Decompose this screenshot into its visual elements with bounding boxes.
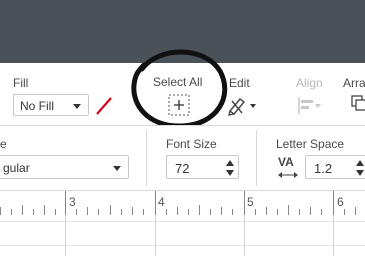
section-divider — [256, 130, 257, 186]
fill-dropdown-value: No Fill — [20, 99, 55, 113]
stepper-arrows-icon[interactable] — [356, 160, 364, 176]
letter-space-value: 1.2 — [314, 161, 333, 176]
ruler-ticks — [0, 191, 356, 215]
double-arrow-icon — [278, 172, 298, 178]
stepper-arrows-icon[interactable] — [226, 160, 234, 176]
letter-space-label: Letter Space — [276, 137, 345, 151]
design-canvas[interactable] — [0, 215, 365, 256]
arrange-label: Arra — [343, 76, 365, 90]
font-style-label: e — [0, 137, 7, 151]
ruler-number: 6 — [337, 195, 344, 209]
align-label: Align — [296, 76, 323, 90]
edit-toolbar: Fill No Fill Select All Edit Align Arra — [0, 49, 365, 129]
no-fill-swatch-icon[interactable] — [92, 94, 116, 118]
font-style-value: gular — [3, 161, 30, 175]
canvas-grid — [0, 215, 365, 256]
align-icon — [298, 97, 321, 114]
font-size-value: 72 — [175, 161, 190, 176]
letter-space-stepper[interactable]: 1.2 — [305, 155, 365, 179]
section-divider — [146, 130, 147, 186]
letter-space-icon: VA — [277, 155, 301, 181]
chevron-down-icon — [113, 166, 121, 171]
text-toolbar: e gular Font Size 72 Letter Space VA 1.2 — [0, 126, 365, 190]
chevron-down-icon — [73, 104, 81, 109]
font-style-dropdown[interactable]: gular — [0, 155, 129, 179]
fill-dropdown[interactable]: No Fill — [13, 94, 89, 116]
horizontal-ruler: 3 4 5 6 — [0, 190, 365, 216]
letter-space-icon-text: VA — [278, 155, 294, 169]
font-size-label: Font Size — [166, 137, 217, 151]
ruler-number: 4 — [158, 195, 165, 209]
ruler-number: 5 — [247, 195, 254, 209]
font-size-stepper[interactable]: 72 — [166, 155, 239, 179]
fill-label: Fill — [13, 76, 29, 90]
arrange-icon[interactable] — [350, 94, 365, 118]
ruler-number: 3 — [69, 195, 76, 209]
